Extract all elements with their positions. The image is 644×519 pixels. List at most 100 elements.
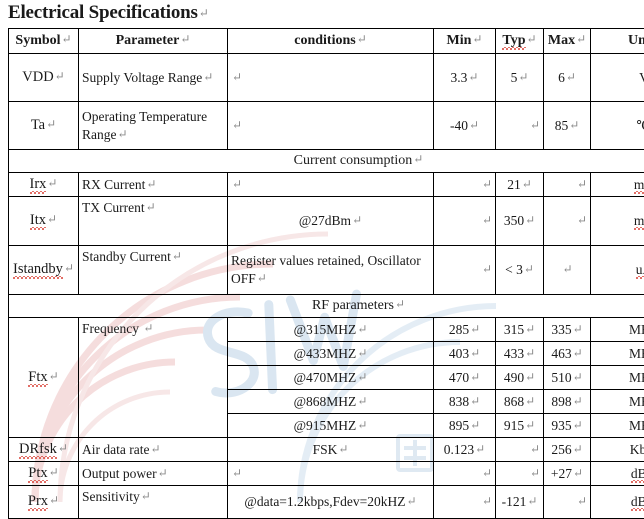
cell-units: V↵ bbox=[591, 54, 644, 102]
cell-symbol-value: Itx bbox=[30, 212, 46, 228]
cell-max-value: 6 bbox=[558, 70, 565, 85]
cell-units: dBm↵ bbox=[591, 486, 644, 519]
cell-min: -40↵ bbox=[434, 102, 496, 150]
cell-max: 898↵ bbox=[544, 390, 591, 414]
cell-units: mA↵ bbox=[591, 197, 644, 246]
paragraph-mark-icon: ↵ bbox=[48, 493, 59, 507]
paragraph-mark-icon: ↵ bbox=[356, 32, 367, 46]
cell-symbol: Prx↵ bbox=[9, 486, 79, 519]
cell-units: MHZ↵ bbox=[591, 414, 644, 438]
column-header-units-label: Units bbox=[628, 33, 644, 48]
cell-min: 3.3↵ bbox=[434, 54, 496, 102]
column-header-max: Max↵ bbox=[544, 29, 591, 54]
cell-symbol: Ta↵ bbox=[9, 102, 79, 150]
cell-max: 256↵ bbox=[544, 438, 591, 462]
cell-max: ↵ bbox=[544, 197, 591, 246]
cell-symbol: Istandby↵ bbox=[9, 246, 79, 295]
cell-units-value: mA bbox=[634, 177, 644, 192]
table-row: Itx↵ TX Current↵ @27dBm↵ ↵ 350↵ ↵ mA↵ bbox=[9, 197, 644, 246]
paragraph-mark-icon: ↵ bbox=[529, 466, 540, 480]
cell-symbol: VDD↵ bbox=[9, 54, 79, 102]
cell-max-value: 85 bbox=[555, 118, 569, 133]
cell-conditions: @868MHZ↵ bbox=[228, 390, 434, 414]
paragraph-mark-icon: ↵ bbox=[524, 346, 535, 360]
cell-conditions-value: @470MHZ bbox=[294, 370, 357, 385]
cell-parameter-value: RX Current bbox=[82, 177, 145, 192]
section-label-cell: Current consumption↵ bbox=[9, 150, 644, 173]
cell-conditions: @data=1.2kbps,Fdev=20kHZ↵ bbox=[228, 486, 434, 519]
paragraph-mark-icon: ↵ bbox=[474, 442, 485, 456]
cell-min: 838↵ bbox=[434, 390, 496, 414]
paragraph-mark-icon: ↵ bbox=[529, 118, 540, 132]
cell-units-value: MHZ bbox=[629, 418, 644, 433]
section-label-cell: RF parameters↵ bbox=[9, 295, 644, 318]
column-header-parameter: Parameter↵ bbox=[79, 29, 228, 54]
table-row: Istandby↵ Standby Current↵ Register valu… bbox=[9, 246, 644, 295]
cell-min-value: 3.3 bbox=[451, 70, 468, 85]
paragraph-mark-icon: ↵ bbox=[157, 466, 168, 480]
cell-symbol-value: Prx bbox=[28, 493, 48, 509]
paragraph-mark-icon: ↵ bbox=[406, 494, 417, 508]
cell-symbol-value: DRfsk bbox=[19, 441, 57, 457]
paragraph-mark-icon: ↵ bbox=[469, 418, 480, 432]
paragraph-mark-icon: ↵ bbox=[471, 32, 482, 46]
paragraph-mark-icon: ↵ bbox=[231, 118, 242, 132]
paragraph-mark-icon: ↵ bbox=[356, 394, 367, 408]
paragraph-mark-icon: ↵ bbox=[351, 213, 362, 227]
cell-typ-value: 490 bbox=[504, 370, 524, 385]
cell-units-value: Kbps bbox=[630, 442, 644, 457]
cell-min: 285↵ bbox=[434, 318, 496, 342]
cell-max-value: +27 bbox=[551, 466, 572, 481]
cell-typ: -121↵ bbox=[496, 486, 544, 519]
cell-min-value: 470 bbox=[449, 370, 469, 385]
cell-max: ↵ bbox=[544, 173, 591, 197]
cell-max-value: 256 bbox=[551, 442, 571, 457]
cell-max-value: 935 bbox=[551, 418, 571, 433]
cell-symbol-value: Irx bbox=[30, 176, 47, 192]
cell-typ-value: 915 bbox=[504, 418, 524, 433]
cell-min-value: 0.123 bbox=[444, 442, 474, 457]
cell-symbol-value: VDD bbox=[22, 69, 53, 85]
cell-min: ↵ bbox=[434, 486, 496, 519]
cell-conditions: @470MHZ↵ bbox=[228, 366, 434, 390]
paragraph-mark-icon: ↵ bbox=[575, 32, 586, 46]
paragraph-mark-icon: ↵ bbox=[54, 69, 65, 83]
paragraph-mark-icon: ↵ bbox=[526, 494, 537, 508]
cell-max: 335↵ bbox=[544, 318, 591, 342]
paragraph-mark-icon: ↵ bbox=[142, 321, 153, 335]
cell-conditions-value: @915MHZ bbox=[294, 418, 357, 433]
cell-units-value: MHZ bbox=[629, 370, 644, 385]
table-row: Ta↵ Operating Temperature Range↵ ↵ -40↵ … bbox=[9, 102, 644, 150]
paragraph-mark-icon: ↵ bbox=[63, 261, 74, 275]
paragraph-mark-icon: ↵ bbox=[526, 32, 537, 46]
paragraph-mark-icon: ↵ bbox=[145, 177, 156, 191]
cell-conditions-value: FSK bbox=[313, 442, 338, 457]
cell-parameter-value: Frequency bbox=[82, 321, 139, 336]
cell-parameter: Output power↵ bbox=[79, 462, 228, 486]
cell-conditions-value: @27dBm bbox=[299, 213, 351, 228]
cell-conditions: ↵ bbox=[228, 173, 434, 197]
cell-min: 895↵ bbox=[434, 414, 496, 438]
column-header-conditions: conditions↵ bbox=[228, 29, 434, 54]
paragraph-mark-icon: ↵ bbox=[202, 70, 213, 84]
cell-max: 935↵ bbox=[544, 414, 591, 438]
cell-typ: 915↵ bbox=[496, 414, 544, 438]
cell-symbol: DRfsk↵ bbox=[9, 438, 79, 462]
paragraph-mark-icon: ↵ bbox=[467, 70, 478, 84]
column-header-min: Min↵ bbox=[434, 29, 496, 54]
paragraph-mark-icon: ↵ bbox=[481, 494, 492, 508]
cell-parameter-value: Standby Current bbox=[82, 249, 171, 264]
paragraph-mark-icon: ↵ bbox=[140, 489, 151, 503]
paragraph-mark-icon: ↵ bbox=[576, 213, 587, 227]
cell-conditions: ↵ bbox=[228, 462, 434, 486]
cell-units-value: dBm bbox=[631, 466, 644, 481]
paragraph-mark-icon: ↵ bbox=[179, 32, 190, 46]
paragraph-mark-icon: ↵ bbox=[57, 441, 68, 455]
paragraph-mark-icon: ↵ bbox=[231, 466, 242, 480]
cell-symbol-value: Ftx bbox=[28, 369, 47, 385]
paragraph-mark-icon: ↵ bbox=[572, 418, 583, 432]
column-header-symbol: Symbol↵ bbox=[9, 29, 79, 54]
cell-symbol: Itx↵ bbox=[9, 197, 79, 246]
paragraph-mark-icon: ↵ bbox=[521, 177, 532, 191]
paragraph-mark-icon: ↵ bbox=[356, 370, 367, 384]
